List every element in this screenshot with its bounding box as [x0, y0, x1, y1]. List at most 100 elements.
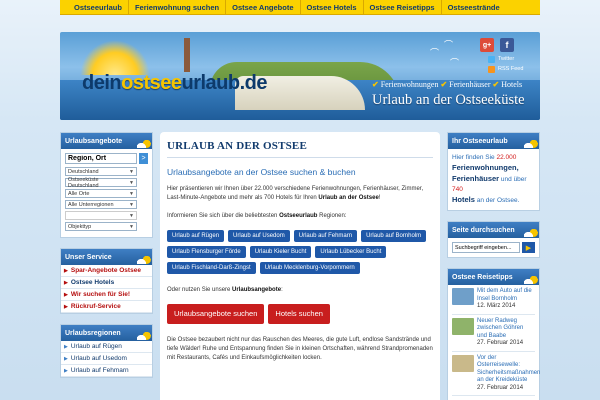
region-button-flensburg[interactable]: Urlaub Flensburger Förde [167, 246, 246, 258]
box-title: Ostsee Reisetipps [448, 269, 539, 285]
chevron-down-icon: ▼ [129, 168, 134, 175]
country-select[interactable]: Deutschland ▼ [65, 167, 137, 176]
service-item[interactable]: ▶ Ostsee Hotels [61, 277, 152, 289]
box-title: Urlaubsangebote [61, 133, 152, 149]
wave-icon [137, 134, 151, 148]
chevron-down-icon: ▼ [129, 212, 134, 219]
lighthouse-graphic [184, 38, 190, 72]
object-type-select[interactable]: Objekttyp ▼ [65, 222, 137, 231]
region-button-fischland[interactable]: Urlaub Fischland-Darß-Zingst [167, 262, 256, 274]
travel-tip[interactable]: Neuer Radweg zwischen Göhren und Baabe 27… [452, 315, 535, 352]
header-slogan: Urlaub an der Ostseeküste [372, 92, 525, 108]
google-plus-icon[interactable]: g+ [480, 38, 494, 52]
chevron-down-icon: ▼ [129, 179, 134, 186]
offers-search-box: Urlaubsangebote > Deutschland▼ Ostseeküs… [60, 132, 153, 238]
site-search-input[interactable] [452, 242, 520, 253]
page-title: URLAUB AN DER OSTSEE [167, 140, 433, 158]
region-item[interactable]: ▶ Urlaub auf Fehmarn [61, 365, 152, 377]
region-button-usedom[interactable]: Urlaub auf Usedom [228, 230, 290, 242]
site-search-box: Seite durchsuchen ▶ [447, 221, 540, 258]
nav-ostseeurlaub[interactable]: Ostseeurlaub [68, 0, 129, 15]
site-logo[interactable]: deinostseeurlaub.de [82, 72, 268, 95]
region-search-input[interactable] [65, 153, 137, 164]
or-text: Oder nutzen Sie unsere Urlaubsangebote: [167, 287, 283, 293]
arrow-right-icon: ▶ [64, 279, 68, 286]
region-select[interactable]: Ostseeküste Deutschland ▼ [65, 177, 137, 189]
service-item[interactable]: ▶ Spar-Angebote Ostsee [61, 265, 152, 277]
box-title: Ihr Ostseeurlaub [448, 133, 539, 149]
service-box: Unser Service ▶ Spar-Angebote Ostsee ▶ Ost… [60, 248, 153, 314]
twitter-link[interactable]: Twitter [488, 54, 523, 64]
twitter-icon [488, 55, 495, 63]
inform-text: Informieren Sie sich über die beliebtest… [167, 213, 347, 219]
arrow-right-icon: ▶ [64, 267, 68, 274]
your-vacation-box: Ihr Ostseeurlaub Hier finden Sie 22.000 … [447, 132, 540, 211]
arrow-right-icon: ▶ [64, 367, 68, 374]
subregion-select[interactable]: Alle Unterregionen ▼ [65, 200, 137, 209]
nav-ferienwohnung-suchen[interactable]: Ferienwohnung suchen [129, 0, 227, 15]
region-item[interactable]: ▶ Urlaub auf Rügen [61, 341, 152, 353]
travel-tips-box: Ostsee Reisetipps Mit dem Auto auf die I… [447, 268, 540, 400]
site-search-button[interactable]: ▶ [522, 242, 535, 253]
arrow-right-icon: ▶ [64, 355, 68, 362]
wave-icon [137, 326, 151, 340]
nav-ostsee-hotels[interactable]: Ostsee Hotels [301, 0, 364, 15]
arrow-right-icon: ▶ [64, 291, 68, 298]
chevron-down-icon: ▼ [129, 223, 134, 230]
tip-thumbnail [452, 317, 474, 335]
sun-graphic [80, 40, 150, 75]
tip-thumbnail [452, 354, 474, 372]
header-tags: ✔ Ferienwohnungen ✔ Ferienhäuser ✔ Hotel… [372, 80, 523, 89]
header-banner: ⌒ ⌒ ⌒ deinostseeurlaub.de g+ f Twitter R… [60, 32, 540, 120]
travel-tip[interactable]: Vor der Osterreisewelle: Sicherheitsmaßn… [452, 352, 540, 396]
region-button-bornholm[interactable]: Urlaub auf Bornholm [361, 230, 427, 242]
top-navigation: Ostseeurlaub Ferienwohnung suchen Ostsee… [60, 0, 540, 15]
nav-ostseestraende[interactable]: Ostseestrände [442, 0, 506, 15]
rss-link[interactable]: RSS Feed [488, 64, 523, 74]
chevron-down-icon: ▼ [129, 190, 134, 197]
region-button-ruegen[interactable]: Urlaub auf Rügen [167, 230, 225, 242]
nav-ostsee-angebote[interactable]: Ostsee Angebote [226, 0, 301, 15]
region-item[interactable]: ▶ Urlaub auf Usedom [61, 353, 152, 365]
arrow-right-icon: ▶ [64, 343, 68, 350]
region-button-fehmarn[interactable]: Urlaub auf Fehmarn [293, 230, 358, 242]
intro-text: Hier präsentieren wir Ihnen über 22.000 … [167, 186, 424, 201]
right-sidebar: Ihr Ostseeurlaub Hier finden Sie 22.000 … [447, 132, 540, 400]
search-hotels-button[interactable]: Hotels suchen [268, 304, 330, 324]
page-subtitle: Urlaubsangebote an der Ostsee suchen & b… [167, 167, 356, 177]
arrow-right-icon: ▶ [64, 303, 68, 310]
wave-icon [524, 223, 538, 237]
tip-thumbnail [452, 288, 474, 305]
region-button-group: Urlaub auf Rügen Urlaub auf Usedom Urlau… [167, 230, 433, 274]
box-title: Unser Service [61, 249, 152, 265]
description-text: Die Ostsee bezaubert nicht nur das Rausc… [167, 337, 433, 361]
nav-ostsee-reisetipps[interactable]: Ostsee Reisetipps [364, 0, 442, 15]
region-button-luebeck[interactable]: Urlaub Lübecker Bucht [315, 246, 387, 258]
check-icon: ✔ [440, 80, 448, 89]
check-icon: ✔ [492, 80, 500, 89]
service-item[interactable]: ▶ Wir suchen für Sie! [61, 289, 152, 301]
left-sidebar: Urlaubsangebote > Deutschland▼ Ostseeküs… [60, 132, 153, 388]
box-title: Seite durchsuchen [448, 222, 539, 238]
regions-box: Urlaubsregionen ▶ Urlaub auf Rügen ▶ Urlau… [60, 324, 153, 378]
bird-icon: ⌒ [430, 48, 440, 58]
service-item[interactable]: ▶ Rückruf-Service [61, 301, 152, 313]
check-icon: ✔ [372, 80, 379, 89]
wave-icon [137, 250, 151, 264]
bird-icon: ⌒ [444, 40, 454, 50]
social-links: g+ f [480, 38, 514, 52]
chevron-down-icon: ▼ [129, 201, 134, 208]
region-button-mecklenburg[interactable]: Urlaub Mecklenburg-Vorpommern [259, 262, 360, 274]
travel-tip[interactable]: Mit dem Auto auf die Insel Bornholm 12. M… [452, 285, 535, 315]
cta-button-group: Urlaubsangebote suchen Hotels suchen [167, 304, 433, 324]
box-title: Urlaubsregionen [61, 325, 152, 341]
facebook-icon[interactable]: f [500, 38, 514, 52]
feed-links: Twitter RSS Feed [488, 54, 523, 74]
wave-icon [524, 270, 538, 284]
main-content: URLAUB AN DER OSTSEE Urlaubsangebote an … [160, 132, 440, 400]
search-offers-button[interactable]: Urlaubsangebote suchen [167, 304, 265, 324]
region-button-kiel[interactable]: Urlaub Kieler Bucht [249, 246, 312, 258]
search-go-button[interactable]: > [139, 153, 148, 164]
wave-icon [524, 134, 538, 148]
place-select[interactable]: Alle Orte ▼ [65, 189, 137, 198]
